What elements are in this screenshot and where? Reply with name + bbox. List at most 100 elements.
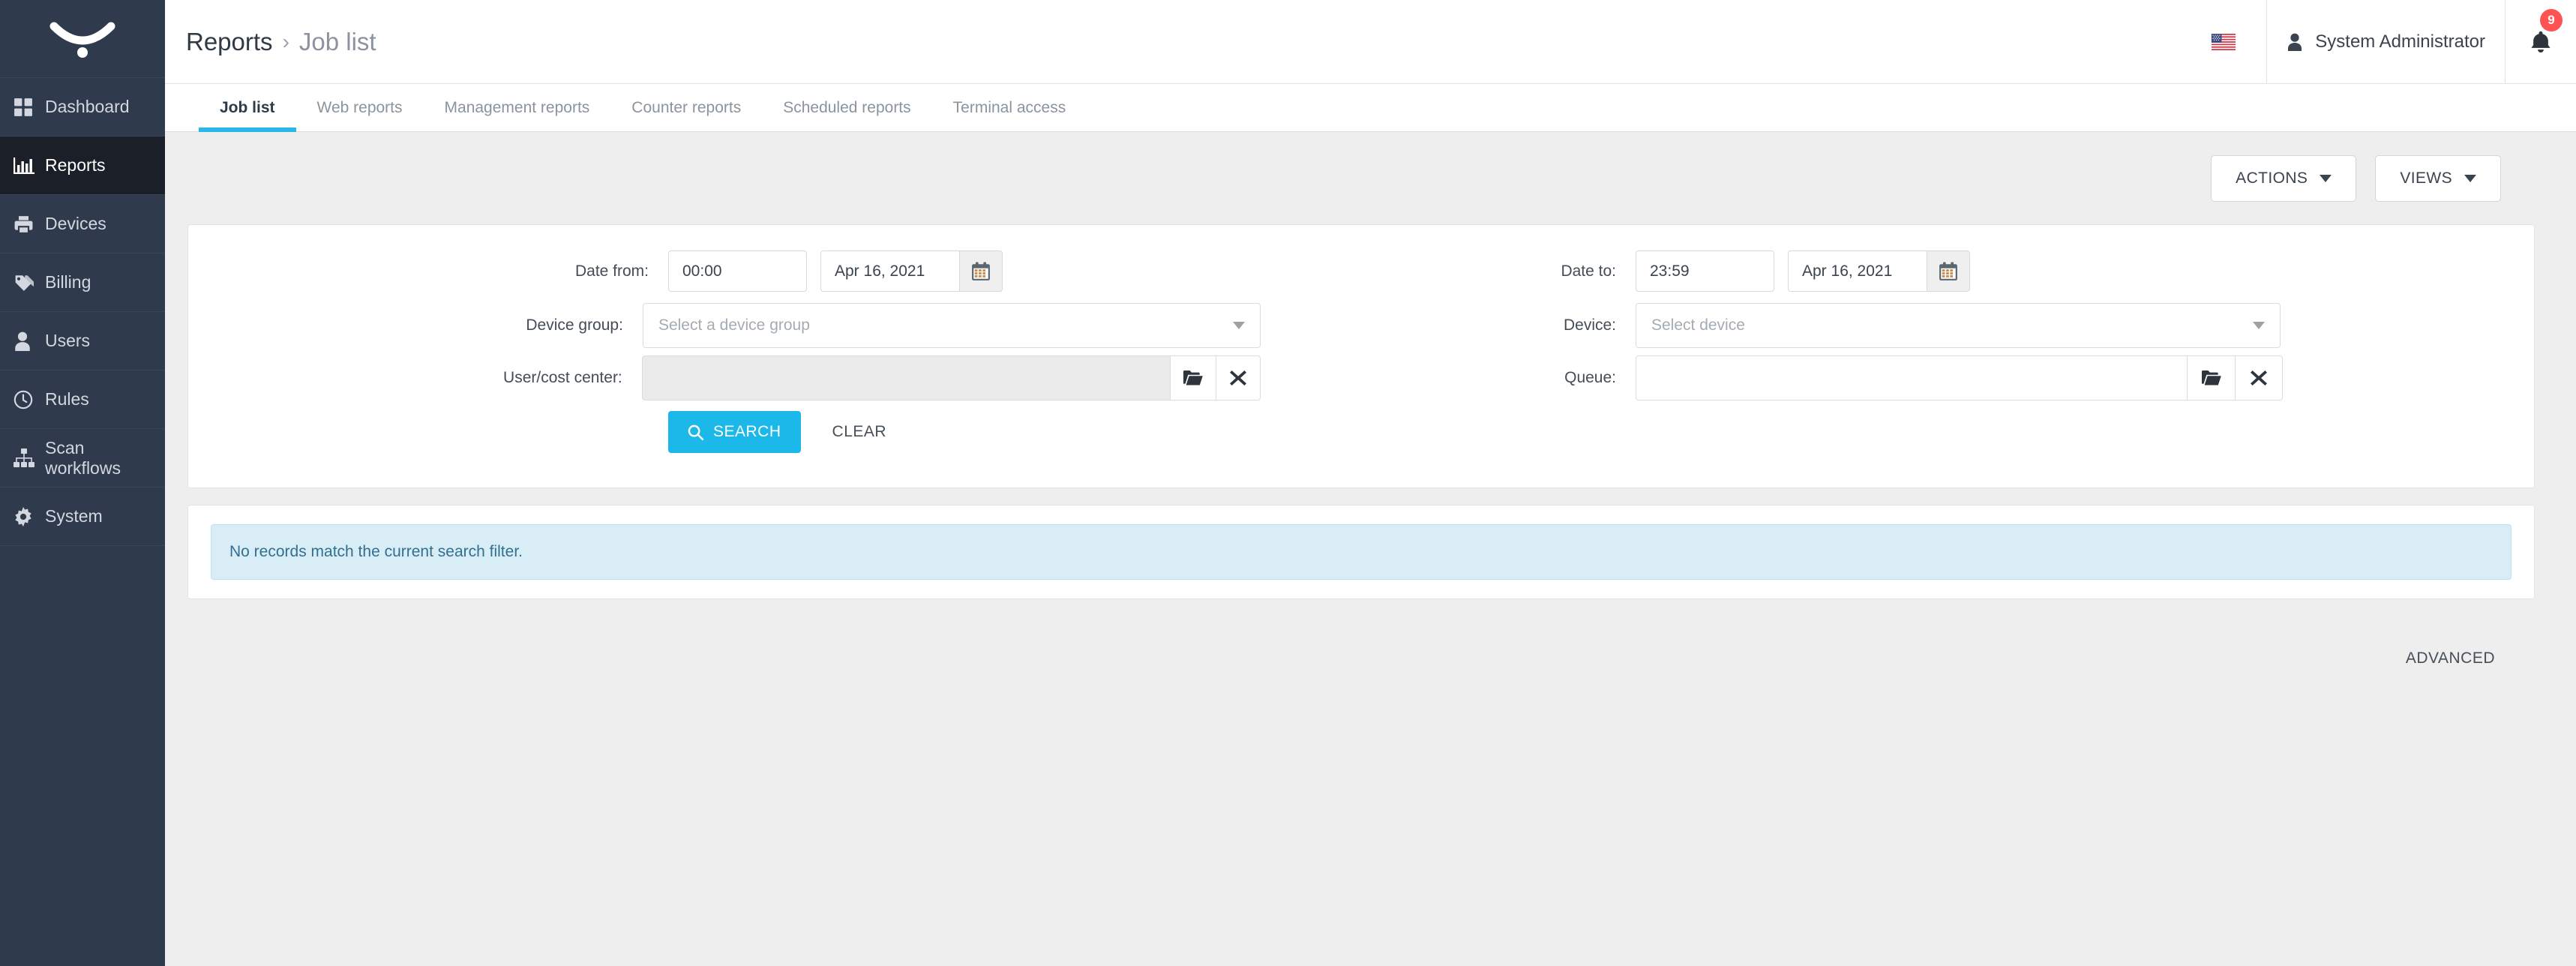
device-value: Select device — [1651, 316, 1745, 334]
tab-scheduled-reports[interactable]: Scheduled reports — [762, 84, 931, 131]
date-to-calendar-button[interactable] — [1927, 250, 1970, 292]
chevron-down-icon — [2464, 175, 2476, 182]
sitemap-icon — [13, 447, 45, 470]
us-flag-icon — [2212, 33, 2236, 50]
search-button[interactable]: SEARCH — [668, 411, 801, 453]
date-from-date-input[interactable]: Apr 16, 2021 — [820, 250, 959, 292]
actions-button[interactable]: ACTIONS — [2211, 155, 2357, 202]
top-header: Reports › Job list System Administrator … — [165, 0, 2576, 84]
tab-bar: Job list Web reports Management reports … — [165, 84, 2576, 132]
close-icon — [1229, 370, 1246, 386]
device-group-select[interactable]: Select a device group — [642, 303, 1261, 348]
tab-label: Terminal access — [952, 98, 1066, 116]
date-to-row: Date to: 23:59 Apr 16, 2021 — [1261, 250, 2551, 292]
tab-web-reports[interactable]: Web reports — [296, 84, 424, 131]
user-name: System Administrator — [2315, 31, 2485, 52]
sidebar-item-reports[interactable]: Reports — [0, 136, 165, 195]
views-label: VIEWS — [2400, 170, 2452, 187]
tab-label: Web reports — [316, 98, 403, 116]
search-icon — [688, 424, 703, 440]
device-row: Device: Select device — [1261, 303, 2551, 348]
date-to-time-input[interactable]: 23:59 — [1636, 250, 1774, 292]
sidebar-item-label: Rules — [45, 389, 89, 410]
date-to-label: Date to: — [1561, 262, 1616, 280]
user-cost-center-clear-button[interactable] — [1215, 356, 1261, 400]
actions-label: ACTIONS — [2236, 170, 2308, 187]
date-from-row: Date from: 00:00 Apr 16, 2021 — [188, 250, 1261, 292]
queue-label: Queue: — [1564, 369, 1616, 386]
sidebar-item-label: System — [45, 506, 103, 526]
tab-label: Counter reports — [631, 98, 742, 116]
chevron-down-icon — [2253, 322, 2265, 329]
tab-management-reports[interactable]: Management reports — [424, 84, 611, 131]
search-filter-panel: Date from: 00:00 Apr 16, 2021 Date to: 2… — [187, 224, 2535, 667]
tab-label: Management reports — [444, 98, 590, 116]
device-group-row: Device group: Select a device group — [188, 303, 1261, 348]
views-button[interactable]: VIEWS — [2375, 155, 2501, 202]
queue-row: Queue: — [1261, 356, 2551, 400]
folder-open-icon — [2201, 370, 2221, 386]
notification-badge: 9 — [2540, 8, 2563, 32]
date-from-time-input[interactable]: 00:00 — [668, 250, 807, 292]
sidebar-item-rules[interactable]: Rules — [0, 370, 165, 429]
date-to-date-input[interactable]: Apr 16, 2021 — [1788, 250, 1927, 292]
myq-logo-icon — [49, 22, 115, 58]
gear-icon — [13, 506, 45, 528]
sidebar-item-label: Dashboard — [45, 97, 130, 117]
clock-icon — [13, 388, 45, 411]
queue-browse-button[interactable] — [2187, 356, 2235, 400]
app-logo[interactable] — [0, 0, 165, 78]
printer-icon — [13, 213, 45, 236]
sidebar-item-label: Users — [45, 331, 91, 351]
sidebar-item-scan-workflows[interactable]: Scan workflows — [0, 429, 165, 488]
breadcrumb-current: Job list — [298, 27, 376, 56]
user-menu[interactable]: System Administrator — [2266, 0, 2505, 84]
sidebar-item-system[interactable]: System — [0, 488, 165, 546]
breadcrumb-root[interactable]: Reports — [186, 28, 273, 56]
close-icon — [2251, 370, 2267, 386]
advanced-link[interactable]: ADVANCED — [2406, 650, 2495, 668]
tag-icon — [13, 272, 45, 294]
calendar-icon — [972, 262, 990, 280]
tab-label: Job list — [220, 98, 275, 116]
sidebar-item-dashboard[interactable]: Dashboard — [0, 78, 165, 136]
content-toolbar: ACTIONS VIEWS — [165, 133, 2576, 224]
empty-state-message: No records match the current search filt… — [211, 524, 2512, 580]
user-cost-center-input[interactable] — [641, 356, 1171, 400]
user-icon — [13, 330, 45, 352]
tab-label: Scheduled reports — [783, 98, 911, 116]
bell-icon — [2531, 31, 2551, 52]
notifications-button[interactable]: 9 — [2505, 0, 2576, 84]
tab-job-list[interactable]: Job list — [199, 84, 296, 132]
sidebar-item-users[interactable]: Users — [0, 312, 165, 370]
grid-icon — [13, 96, 45, 118]
sidebar-item-billing[interactable]: Billing — [0, 254, 165, 312]
device-group-value: Select a device group — [658, 316, 810, 334]
filter-actions-row: SEARCH CLEAR — [668, 411, 904, 453]
queue-clear-button[interactable] — [2235, 356, 2283, 400]
device-group-label: Device group: — [526, 316, 623, 334]
user-cost-center-row: User/cost center: — [188, 356, 1261, 400]
user-icon — [2288, 33, 2302, 51]
sidebar-item-label: Scan workflows — [45, 438, 121, 478]
date-from-calendar-button[interactable] — [959, 250, 1003, 292]
tab-counter-reports[interactable]: Counter reports — [610, 84, 762, 131]
bar-chart-icon — [13, 154, 45, 177]
sidebar-item-label: Billing — [45, 272, 91, 292]
tab-terminal-access[interactable]: Terminal access — [932, 84, 1087, 131]
chevron-down-icon — [2320, 175, 2332, 182]
folder-open-icon — [1183, 370, 1203, 386]
clear-button[interactable]: CLEAR — [814, 423, 905, 441]
user-cost-center-browse-button[interactable] — [1170, 356, 1216, 400]
sidebar-item-label: Devices — [45, 214, 106, 234]
language-selector[interactable] — [2181, 0, 2266, 84]
search-button-label: SEARCH — [713, 423, 781, 440]
sidebar-item-devices[interactable]: Devices — [0, 195, 165, 254]
chevron-down-icon — [1233, 322, 1245, 329]
results-panel: No records match the current search filt… — [187, 505, 2535, 599]
queue-input[interactable] — [1636, 356, 2187, 400]
device-select[interactable]: Select device — [1636, 303, 2281, 348]
breadcrumb: Reports › Job list — [186, 28, 376, 56]
date-from-label: Date from: — [574, 262, 649, 280]
sidebar: Dashboard Reports Devices Billing Users … — [0, 0, 165, 966]
